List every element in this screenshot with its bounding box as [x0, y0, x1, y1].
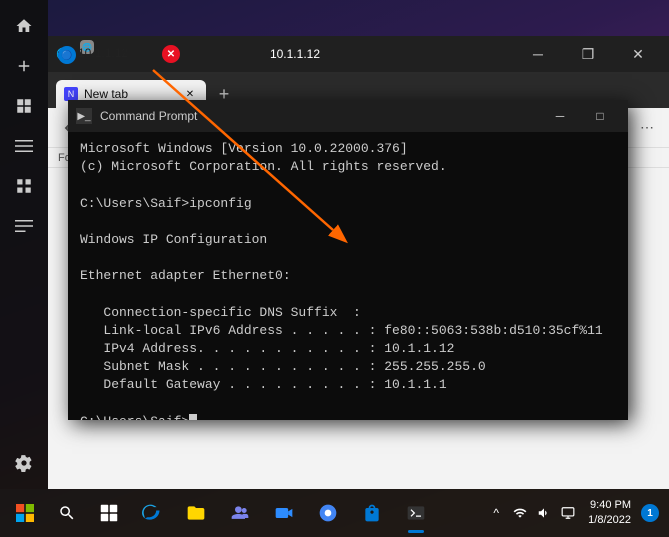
sidebar-settings[interactable]: [6, 445, 42, 481]
store-taskbar-icon[interactable]: [350, 491, 394, 535]
cmd-line-5: [80, 213, 616, 231]
zoom-taskbar-icon[interactable]: [262, 491, 306, 535]
cmd-line-2: (c) Microsoft Corporation. All rights re…: [80, 158, 616, 176]
teams-taskbar-icon[interactable]: [218, 491, 262, 535]
search-taskbar-button[interactable]: [47, 493, 87, 533]
cmd-line-12: IPv4 Address. . . . . . . . . . . : 10.1…: [80, 340, 616, 358]
cmd-line-10: Connection-specific DNS Suffix :: [80, 304, 616, 322]
notification-badge[interactable]: 1: [641, 504, 659, 522]
cmd-line-7: [80, 249, 616, 267]
cmd-line-13: Subnet Mask . . . . . . . . . . . : 255.…: [80, 358, 616, 376]
titlebar-address: 10.1.1.12: [78, 46, 128, 60]
cmd-minimize-button[interactable]: ─: [540, 100, 580, 132]
cmd-line-15: [80, 395, 616, 413]
taskbar: ^ 9:40: [0, 489, 669, 537]
close-button[interactable]: ✕: [615, 36, 661, 72]
sidebar-add[interactable]: [6, 48, 42, 84]
edge-taskbar-icon[interactable]: [130, 491, 174, 535]
terminal-taskbar-icon[interactable]: [394, 491, 438, 535]
cmd-maximize-button[interactable]: □: [580, 100, 620, 132]
cmd-line-4: C:\Users\Saif>ipconfig: [80, 195, 616, 213]
desktop: 🌐 10.1.1.12 ─ ❐ ✕ N New tab ✕ +: [0, 0, 669, 537]
tab-label: New tab: [84, 87, 128, 101]
cmd-line-11: Link-local IPv6 Address . . . . . : fe80…: [80, 322, 616, 340]
cmd-content: Microsoft Windows [Version 10.0.22000.37…: [68, 132, 628, 420]
restore-button[interactable]: ❐: [565, 36, 611, 72]
tab-close-x[interactable]: ✕: [162, 45, 180, 63]
start-button[interactable]: [5, 493, 45, 533]
sidebar-grid[interactable]: [6, 168, 42, 204]
tray-sound-icon[interactable]: [534, 503, 554, 523]
browser-titlebar: 🌐 10.1.1.12 ─ ❐ ✕: [48, 36, 669, 72]
browser2-taskbar-icon[interactable]: [306, 491, 350, 535]
tab-indicator: 🔵: [58, 46, 76, 64]
sidebar-extensions[interactable]: [6, 208, 42, 244]
cmd-line-3: [80, 176, 616, 194]
task-view-button[interactable]: [89, 493, 129, 533]
cmd-line-14: Default Gateway . . . . . . . . . : 10.1…: [80, 376, 616, 394]
cmd-window: ▶_ Command Prompt ─ □ Microsoft Windows …: [68, 100, 628, 420]
cmd-title: Command Prompt: [100, 109, 532, 123]
system-clock[interactable]: 9:40 PM 1/8/2022: [584, 498, 635, 529]
cmd-line-16: C:\Users\Saif>_: [80, 413, 616, 420]
cmd-line-6: Windows IP Configuration: [80, 231, 616, 249]
tray-display-icon[interactable]: [558, 503, 578, 523]
cmd-win-buttons: ─ □: [540, 100, 620, 132]
sidebar-menu[interactable]: [6, 128, 42, 164]
cmd-line-1: Microsoft Windows [Version 10.0.22000.37…: [80, 140, 616, 158]
sidebar-bottom: [6, 445, 42, 481]
sidebar-home[interactable]: [6, 8, 42, 44]
tab-favicon: N: [64, 87, 78, 101]
cmd-line-8: Ethernet adapter Ethernet0:: [80, 267, 616, 285]
clock-date: 1/8/2022: [588, 513, 631, 528]
explorer-taskbar-icon[interactable]: [174, 491, 218, 535]
tray-network-icon[interactable]: [510, 503, 530, 523]
tray-icons: ^: [486, 503, 578, 523]
tray-show-hidden[interactable]: ^: [486, 503, 506, 523]
system-tray: ^ 9:40: [486, 498, 665, 529]
browser-title: 10.1.1.12: [79, 47, 511, 61]
sidebar: [0, 0, 48, 489]
more-button[interactable]: ⋯: [633, 114, 661, 142]
cmd-line-9: [80, 286, 616, 304]
clock-time: 9:40 PM: [588, 498, 631, 513]
cmd-titlebar: ▶_ Command Prompt ─ □: [68, 100, 628, 132]
sidebar-collections[interactable]: [6, 88, 42, 124]
minimize-button[interactable]: ─: [515, 36, 561, 72]
cmd-icon: ▶_: [76, 108, 92, 124]
